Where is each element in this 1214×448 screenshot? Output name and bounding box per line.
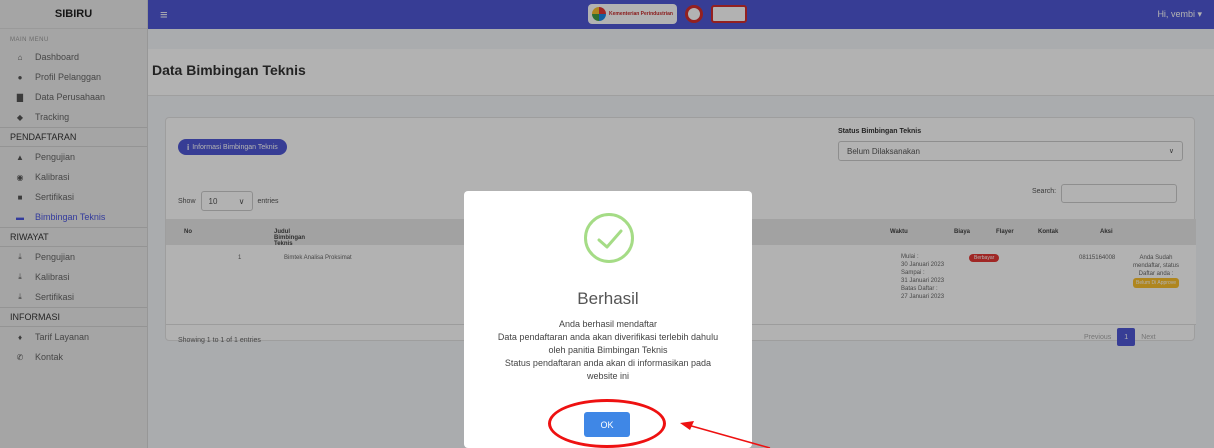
- annotation-arrow: [680, 421, 771, 448]
